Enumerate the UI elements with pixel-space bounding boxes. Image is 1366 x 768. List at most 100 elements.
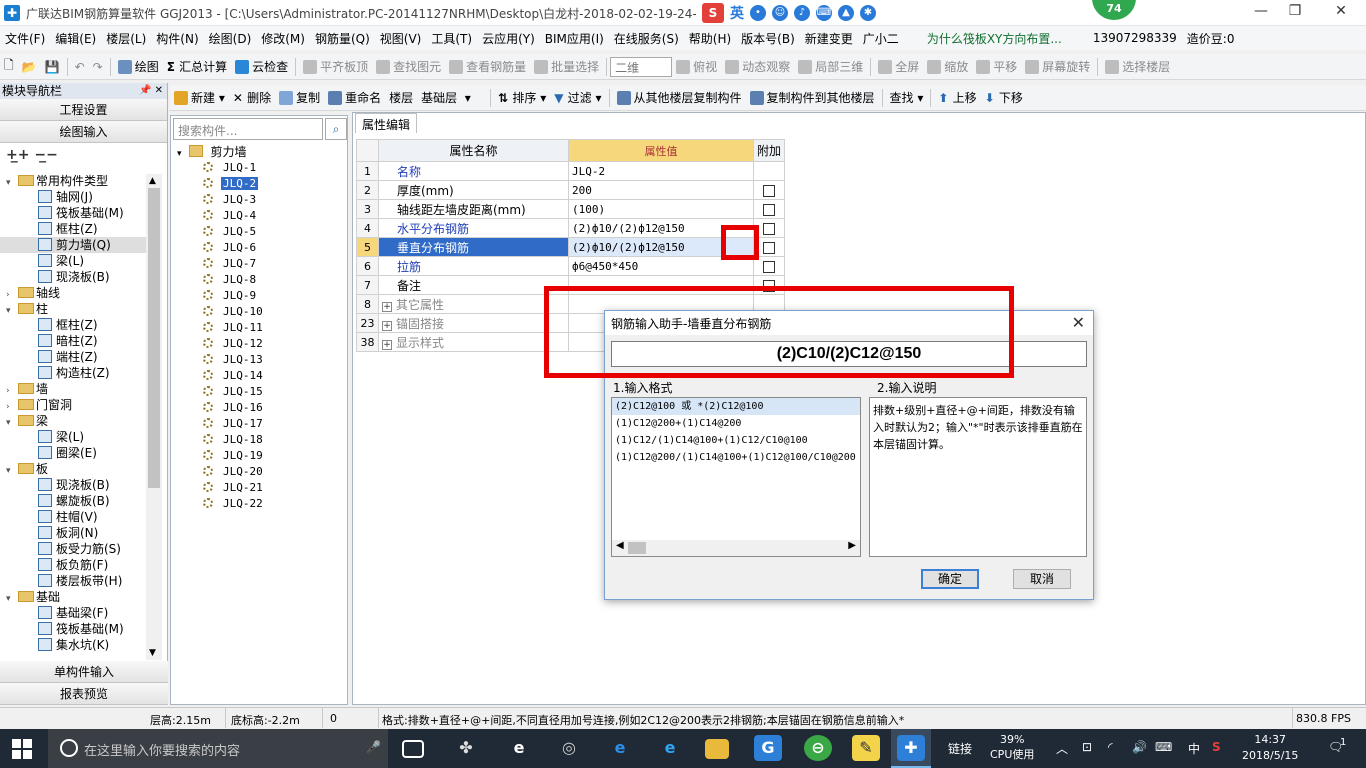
format-item[interactable]: (1)C12@200+(1)C14@200: [612, 415, 860, 432]
tree-item[interactable]: 现浇板(B): [0, 477, 146, 493]
green-app-icon[interactable]: ⊖: [804, 735, 832, 761]
batch-select-button[interactable]: 批量选择: [530, 56, 603, 78]
cloud-check-button[interactable]: 云检查: [231, 56, 292, 78]
tree-item[interactable]: 筏板基础(M): [0, 621, 146, 637]
component-item[interactable]: JLQ-13: [177, 352, 265, 368]
taskbar-search-box[interactable]: 在这里输入你要搜索的内容 🎤: [48, 729, 388, 768]
tree-folder[interactable]: ▾ 柱: [0, 301, 146, 317]
flush-top-button[interactable]: 平齐板顶: [299, 56, 372, 78]
filter-button[interactable]: ▼ 过滤 ▾: [550, 87, 605, 109]
dynamic-view-button[interactable]: 动态观察: [721, 56, 794, 78]
menu-help[interactable]: 帮助(H): [684, 30, 736, 47]
drawing-input-button[interactable]: 绘图输入: [0, 121, 167, 143]
menu-file[interactable]: 文件(F): [0, 30, 50, 47]
property-row[interactable]: 2 厚度(mm) 200: [356, 180, 786, 200]
extra-checkbox[interactable]: [763, 203, 775, 216]
menu-edit[interactable]: 编辑(E): [50, 30, 101, 47]
tree-item[interactable]: 板受力筋(S): [0, 541, 146, 557]
tray-chevron-icon[interactable]: ︿: [1056, 740, 1068, 757]
expand-plus-icon[interactable]: +: [382, 339, 392, 350]
close-icon[interactable]: ✕: [1072, 313, 1085, 332]
component-item[interactable]: JLQ-9: [177, 288, 265, 304]
ie-app-icon[interactable]: e: [505, 735, 533, 761]
menu-view[interactable]: 视图(V): [375, 30, 427, 47]
cost-bean[interactable]: 造价豆:0: [1182, 30, 1240, 47]
new-file-icon[interactable]: 🗋: [0, 56, 18, 78]
tree-item[interactable]: 剪力墙(Q): [0, 237, 146, 253]
ok-button[interactable]: 确定: [921, 569, 979, 589]
ime-language-label[interactable]: 英: [730, 3, 744, 23]
tree-item[interactable]: 框柱(Z): [0, 221, 146, 237]
component-item[interactable]: JLQ-8: [177, 272, 265, 288]
zoom-button[interactable]: 缩放: [923, 56, 972, 78]
collapse-all-icon[interactable]: −̲−: [34, 147, 57, 163]
component-item[interactable]: JLQ-7: [177, 256, 265, 272]
extra-checkbox[interactable]: [763, 241, 775, 254]
menu-bim[interactable]: BIM应用(I): [540, 30, 609, 47]
cancel-button[interactable]: 取消: [1013, 569, 1071, 589]
extra-checkbox[interactable]: [763, 260, 775, 273]
tree-item[interactable]: 板洞(N): [0, 525, 146, 541]
format-item[interactable]: (2)C12@100 或 *(2)C12@100: [612, 398, 860, 415]
menu-online-service[interactable]: 在线服务(S): [609, 30, 684, 47]
draw-button[interactable]: 绘图: [114, 56, 163, 78]
floor-select[interactable]: 基础层 ▾: [417, 87, 487, 109]
tree-folder[interactable]: › 门窗洞: [0, 397, 146, 413]
view-rebar-button[interactable]: 查看钢筋量: [445, 56, 530, 78]
format-item[interactable]: (1)C12@200/(1)C14@100+(1)C12@100/C10@200: [612, 449, 860, 466]
pin-icon[interactable]: 📌 ✕: [139, 83, 163, 99]
rename-button[interactable]: 重命名: [324, 87, 385, 109]
component-item[interactable]: JLQ-20: [177, 464, 265, 480]
volume-icon[interactable]: 🔊: [1132, 740, 1147, 754]
menu-new-change[interactable]: 新建变更: [800, 30, 858, 47]
pan-button[interactable]: 平移: [972, 56, 1021, 78]
ime-emoji-icon[interactable]: ☺: [772, 5, 788, 21]
component-root[interactable]: ▾ 剪力墙: [177, 144, 265, 160]
rotate-button[interactable]: 屏幕旋转: [1021, 56, 1094, 78]
scroll-down-icon[interactable]: ▼: [149, 648, 156, 658]
tree-folder[interactable]: › 轴线: [0, 285, 146, 301]
save-icon[interactable]: 💾: [41, 56, 64, 78]
collapse-icon[interactable]: ▾: [177, 149, 182, 159]
ime-punctuation-icon[interactable]: •: [750, 5, 766, 21]
edge-icon[interactable]: e: [606, 735, 634, 761]
tree-folder[interactable]: ▾ 板: [0, 461, 146, 477]
minimize-icon[interactable]: —: [1246, 3, 1276, 19]
extra-checkbox[interactable]: [763, 222, 775, 235]
menu-draw[interactable]: 绘图(D): [204, 30, 257, 47]
expand-plus-icon[interactable]: +: [382, 301, 392, 312]
tree-item[interactable]: 梁(L): [0, 253, 146, 269]
component-item[interactable]: JLQ-17: [177, 416, 265, 432]
sogou-ime-icon[interactable]: S: [702, 3, 724, 23]
tree-item[interactable]: 楼层板带(H): [0, 573, 146, 589]
glodon-g-icon[interactable]: G: [754, 735, 782, 761]
component-item[interactable]: JLQ-15: [177, 384, 265, 400]
move-down-button[interactable]: ⬇ 下移: [981, 87, 1027, 109]
tab-property-edit[interactable]: 属性编辑: [355, 113, 418, 133]
tree-item[interactable]: 暗柱(Z): [0, 333, 146, 349]
undo-icon[interactable]: ↶: [71, 56, 89, 78]
menu-version[interactable]: 版本号(B): [736, 30, 800, 47]
property-row[interactable]: 1 名称 JLQ-2: [356, 161, 786, 181]
menu-tools[interactable]: 工具(T): [426, 30, 477, 47]
input-language[interactable]: 中: [1188, 740, 1200, 757]
tree-item[interactable]: 基础梁(F): [0, 605, 146, 621]
sum-button[interactable]: Σ 汇总计算: [163, 56, 231, 78]
menu-modify[interactable]: 修改(M): [256, 30, 310, 47]
select-floor-button[interactable]: 选择楼层: [1101, 56, 1174, 78]
menu-component[interactable]: 构件(N): [151, 30, 203, 47]
report-preview-button[interactable]: 报表预览: [0, 683, 168, 705]
menu-floor[interactable]: 楼层(L): [101, 30, 151, 47]
scroll-right-icon[interactable]: ▶: [848, 540, 856, 551]
tree-folder[interactable]: ▾ 常用构件类型: [0, 173, 146, 189]
sogou-tray-icon[interactable]: S: [1212, 740, 1221, 754]
tree-item[interactable]: 框柱(Z): [0, 317, 146, 333]
copy-button[interactable]: 复制: [275, 87, 324, 109]
property-value[interactable]: 200: [568, 180, 754, 200]
tree-item[interactable]: 板负筋(F): [0, 557, 146, 573]
keyboard-icon[interactable]: ⌨: [1155, 740, 1172, 754]
component-item[interactable]: JLQ-11: [177, 320, 265, 336]
score-badge[interactable]: 74: [1092, 0, 1136, 20]
tree-item[interactable]: 端柱(Z): [0, 349, 146, 365]
component-item[interactable]: JLQ-18: [177, 432, 265, 448]
